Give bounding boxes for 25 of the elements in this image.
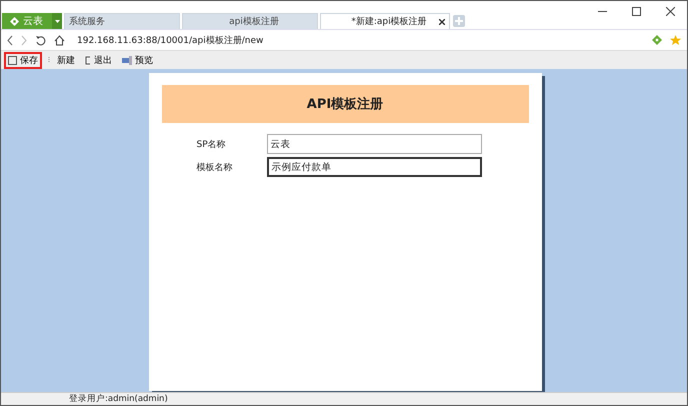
document-icon xyxy=(8,56,17,64)
toolbar-button[interactable]: 保存 xyxy=(4,52,42,68)
input-field[interactable]: 示例应付款单 xyxy=(266,157,482,177)
browser-tab[interactable]: *新建:api模板注册 xyxy=(320,13,450,29)
refresh-icon[interactable] xyxy=(35,34,46,46)
caret-icon xyxy=(54,20,60,22)
star-icon[interactable] xyxy=(670,35,681,45)
bracket-icon xyxy=(85,56,91,64)
toolbar-button[interactable]: 退出 xyxy=(81,52,116,68)
browser-tab[interactable]: 系统服务 xyxy=(64,13,180,29)
toolbar-button[interactable]: 新建 xyxy=(44,52,79,68)
close-icon[interactable] xyxy=(439,18,445,24)
diamond-icon xyxy=(10,16,19,26)
preview-icon xyxy=(122,56,132,64)
browser-tab[interactable]: api模板注册 xyxy=(182,13,318,29)
input-field[interactable]: 云表 xyxy=(266,134,482,154)
status-text: 登录用户:admin(admin) xyxy=(69,393,168,405)
field-label: SP名称 xyxy=(196,138,227,150)
url-text[interactable]: 192.168.11.63:88/10001/api模板注册/new xyxy=(77,34,644,46)
home-icon[interactable] xyxy=(54,34,65,46)
field-label: 模板名称 xyxy=(196,162,234,174)
diamond-icon[interactable] xyxy=(652,35,662,45)
back-icon[interactable] xyxy=(7,34,13,46)
toolbar-button[interactable]: 预览 xyxy=(118,52,157,68)
form-title: API模板注册 xyxy=(162,85,528,123)
